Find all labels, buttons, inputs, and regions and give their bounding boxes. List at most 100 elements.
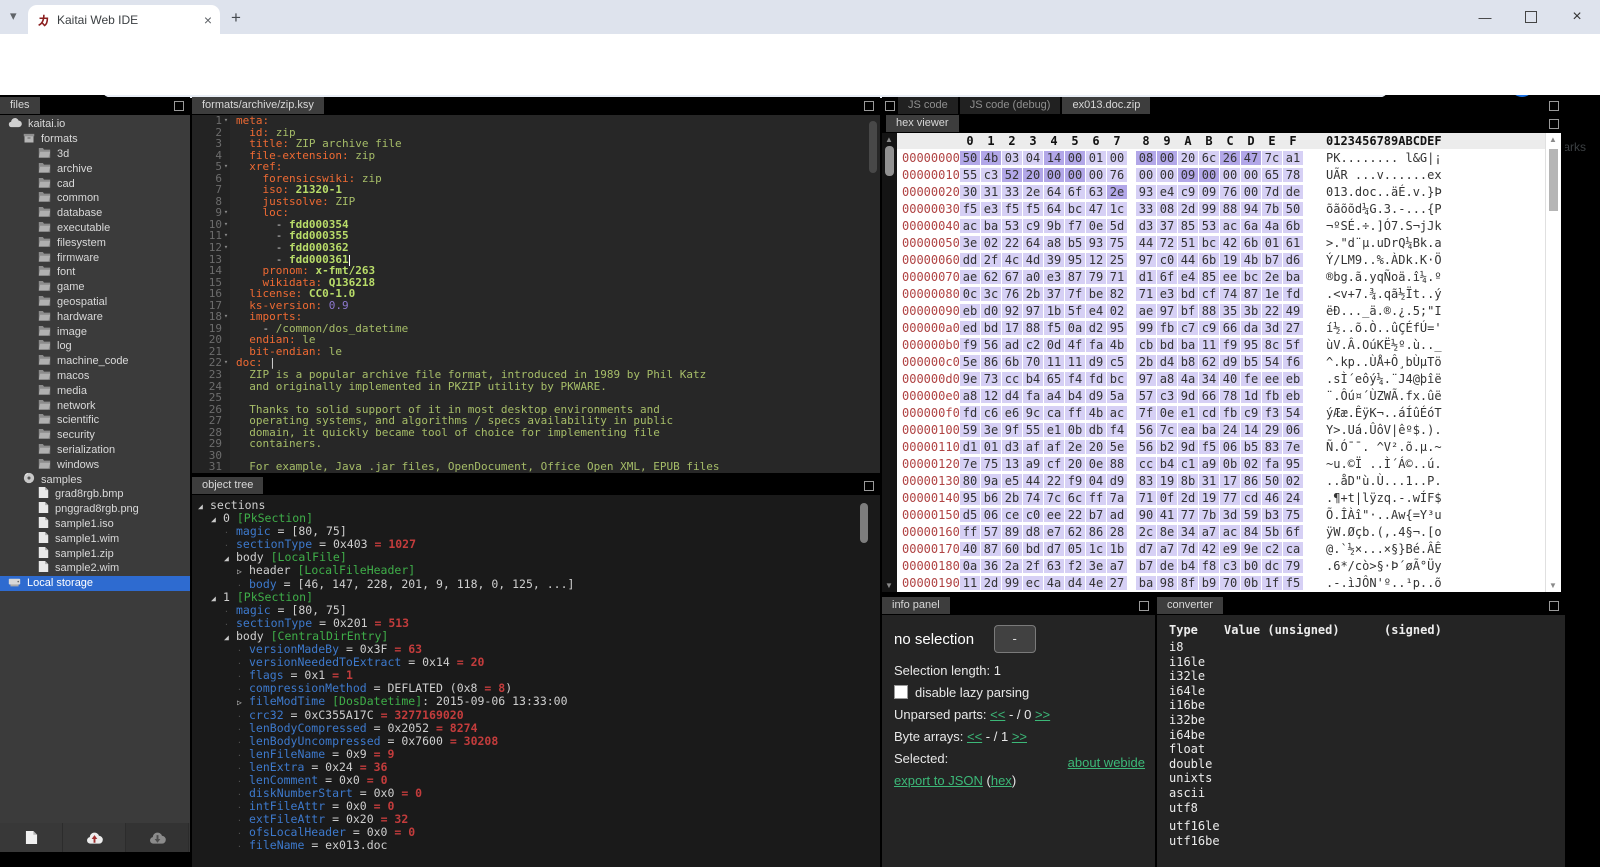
hex-byte[interactable]: cc <box>1002 372 1022 386</box>
hex-byte[interactable]: e7 <box>1044 525 1064 539</box>
hex-byte[interactable]: 89 <box>1002 525 1022 539</box>
hex-byte[interactable]: dd <box>960 253 980 267</box>
hex-byte[interactable]: 1b <box>1107 542 1127 556</box>
hex-byte[interactable]: a9 <box>1199 457 1219 471</box>
new-tab-button[interactable]: + <box>231 8 241 28</box>
hex-byte[interactable]: 24 <box>1220 423 1240 437</box>
hex-byte[interactable]: 71 <box>1107 270 1127 284</box>
tree-item-executable[interactable]: executable <box>0 221 190 236</box>
hex-byte[interactable]: 3d <box>1220 508 1240 522</box>
hex-byte[interactable]: 25 <box>1107 253 1127 267</box>
tree-item-database[interactable]: database <box>0 206 190 221</box>
tree-item-sample1-wim[interactable]: sample1.wim <box>0 531 190 546</box>
hex-byte[interactable]: 97 <box>1157 304 1177 318</box>
hex-byte[interactable]: f2 <box>1065 559 1085 573</box>
hex-byte[interactable]: f4 <box>1065 372 1085 386</box>
hex-byte[interactable]: fd <box>1283 287 1303 301</box>
hex-byte[interactable]: 57 <box>1136 389 1156 403</box>
hex-byte[interactable]: e3 <box>1044 270 1064 284</box>
hex-byte[interactable]: 24 <box>1283 491 1303 505</box>
hex-byte[interactable]: 0b <box>1220 457 1240 471</box>
tab-ksy-file[interactable]: formats/archive/zip.ksy <box>192 97 324 114</box>
hex-byte[interactable]: e6 <box>1002 406 1022 420</box>
hex-byte[interactable]: 6c <box>1065 491 1085 505</box>
hex-byte[interactable]: c0 <box>1157 253 1177 267</box>
hex-byte[interactable]: 33 <box>1002 185 1022 199</box>
tree-item-scientific[interactable]: scientific <box>0 413 190 428</box>
hex-byte[interactable]: 01 <box>1086 151 1106 165</box>
hex-byte[interactable]: 54 <box>1262 355 1282 369</box>
hex-byte[interactable]: 93 <box>1086 236 1106 250</box>
hex-byte[interactable]: b7 <box>1136 559 1156 573</box>
hex-byte[interactable]: fa <box>1086 338 1106 352</box>
hex-byte[interactable]: 6a <box>1241 219 1261 233</box>
hex-byte[interactable]: fa <box>1023 389 1043 403</box>
hex-byte[interactable]: cc <box>1136 457 1156 471</box>
hex-byte[interactable]: 34 <box>1178 525 1198 539</box>
hex-byte[interactable]: 99 <box>1002 576 1022 590</box>
hex-byte[interactable]: ac <box>1220 525 1240 539</box>
hex-byte[interactable]: 71 <box>1136 287 1156 301</box>
hex-byte[interactable]: a7 <box>1199 525 1219 539</box>
hex-byte[interactable]: ac <box>960 219 980 233</box>
tab-hex-viewer[interactable]: hex viewer <box>886 115 959 132</box>
byte-arrays-prev-link[interactable]: << <box>967 729 982 744</box>
hex-byte[interactable]: 56 <box>1136 440 1156 454</box>
hex-byte[interactable]: 01 <box>981 440 1001 454</box>
hex-byte[interactable]: d4 <box>1157 355 1177 369</box>
hex-byte[interactable]: 3e <box>981 423 1001 437</box>
hex-byte[interactable]: 02 <box>1283 474 1303 488</box>
code-editor[interactable]: 1▾meta:2 id: zip3 title: ZIP archive fil… <box>192 115 880 473</box>
hex-byte[interactable]: c7 <box>1178 321 1198 335</box>
hex-byte[interactable]: ca <box>1044 406 1064 420</box>
hex-byte[interactable]: b5 <box>1241 355 1261 369</box>
hex-byte[interactable]: eb <box>1283 389 1303 403</box>
hex-byte[interactable]: 00 <box>1199 168 1219 182</box>
scroll-down-icon[interactable]: ▼ <box>885 581 893 590</box>
hex-byte[interactable]: 5a <box>1107 389 1127 403</box>
hex-byte[interactable]: 7c <box>1262 151 1282 165</box>
tree-item-macos[interactable]: macos <box>0 369 190 384</box>
hex-byte[interactable]: 2b <box>1002 491 1022 505</box>
hex-byte[interactable]: d8 <box>1023 525 1043 539</box>
tree-item-machine-code[interactable]: machine_code <box>0 354 190 369</box>
tree-item-common[interactable]: common <box>0 191 190 206</box>
hex-byte[interactable]: 20 <box>1023 168 1043 182</box>
hex-byte[interactable]: ee <box>1044 508 1064 522</box>
hex-byte[interactable]: 2e <box>1262 270 1282 284</box>
hex-byte[interactable]: bf <box>1178 304 1198 318</box>
hex-byte[interactable]: 86 <box>981 355 1001 369</box>
hex-byte[interactable]: de <box>1283 185 1303 199</box>
hex-byte[interactable]: 35 <box>1220 304 1240 318</box>
hex-byte[interactable]: 99 <box>1199 202 1219 216</box>
minimize-button[interactable]: — <box>1462 0 1508 34</box>
hex-byte[interactable]: b9 <box>1199 576 1219 590</box>
hex-byte[interactable]: 85 <box>1199 270 1219 284</box>
hex-byte[interactable]: 42 <box>1199 542 1219 556</box>
hex-byte[interactable]: 20 <box>1178 151 1198 165</box>
hex-byte[interactable]: fe <box>1241 372 1261 386</box>
hex-byte[interactable]: 8c <box>1262 338 1282 352</box>
hex-byte[interactable]: f7 <box>1065 219 1085 233</box>
hex-byte[interactable]: 02 <box>1107 304 1127 318</box>
hex-byte[interactable]: 72 <box>1157 236 1177 250</box>
hex-byte[interactable]: 04 <box>1023 151 1043 165</box>
hex-byte[interactable]: 6b <box>1283 219 1303 233</box>
hex-byte[interactable]: 20 <box>1086 440 1106 454</box>
hex-byte[interactable]: a8 <box>960 389 980 403</box>
hex-byte[interactable]: 90 <box>1136 508 1156 522</box>
hex-byte[interactable]: dc <box>1262 559 1282 573</box>
hex-byte[interactable]: b0 <box>1241 559 1261 573</box>
hex-byte[interactable]: d0 <box>981 304 1001 318</box>
hex-byte[interactable]: 73 <box>981 372 1001 386</box>
download-cloud-button[interactable] <box>126 823 189 852</box>
hex-byte[interactable]: 87 <box>981 542 1001 556</box>
lazy-parsing-checkbox[interactable] <box>894 685 908 699</box>
tab-converter[interactable]: converter <box>1157 597 1223 614</box>
hex-byte[interactable]: ec <box>1023 576 1043 590</box>
tab-ex013-doc-zip[interactable]: ex013.doc.zip <box>1062 97 1150 114</box>
hex-byte[interactable]: 75 <box>1283 508 1303 522</box>
object-tree-row[interactable]: ·fileName = ex013.doc <box>196 839 880 852</box>
hex-byte[interactable]: fb <box>1220 406 1240 420</box>
hex-byte[interactable]: 04 <box>1086 474 1106 488</box>
